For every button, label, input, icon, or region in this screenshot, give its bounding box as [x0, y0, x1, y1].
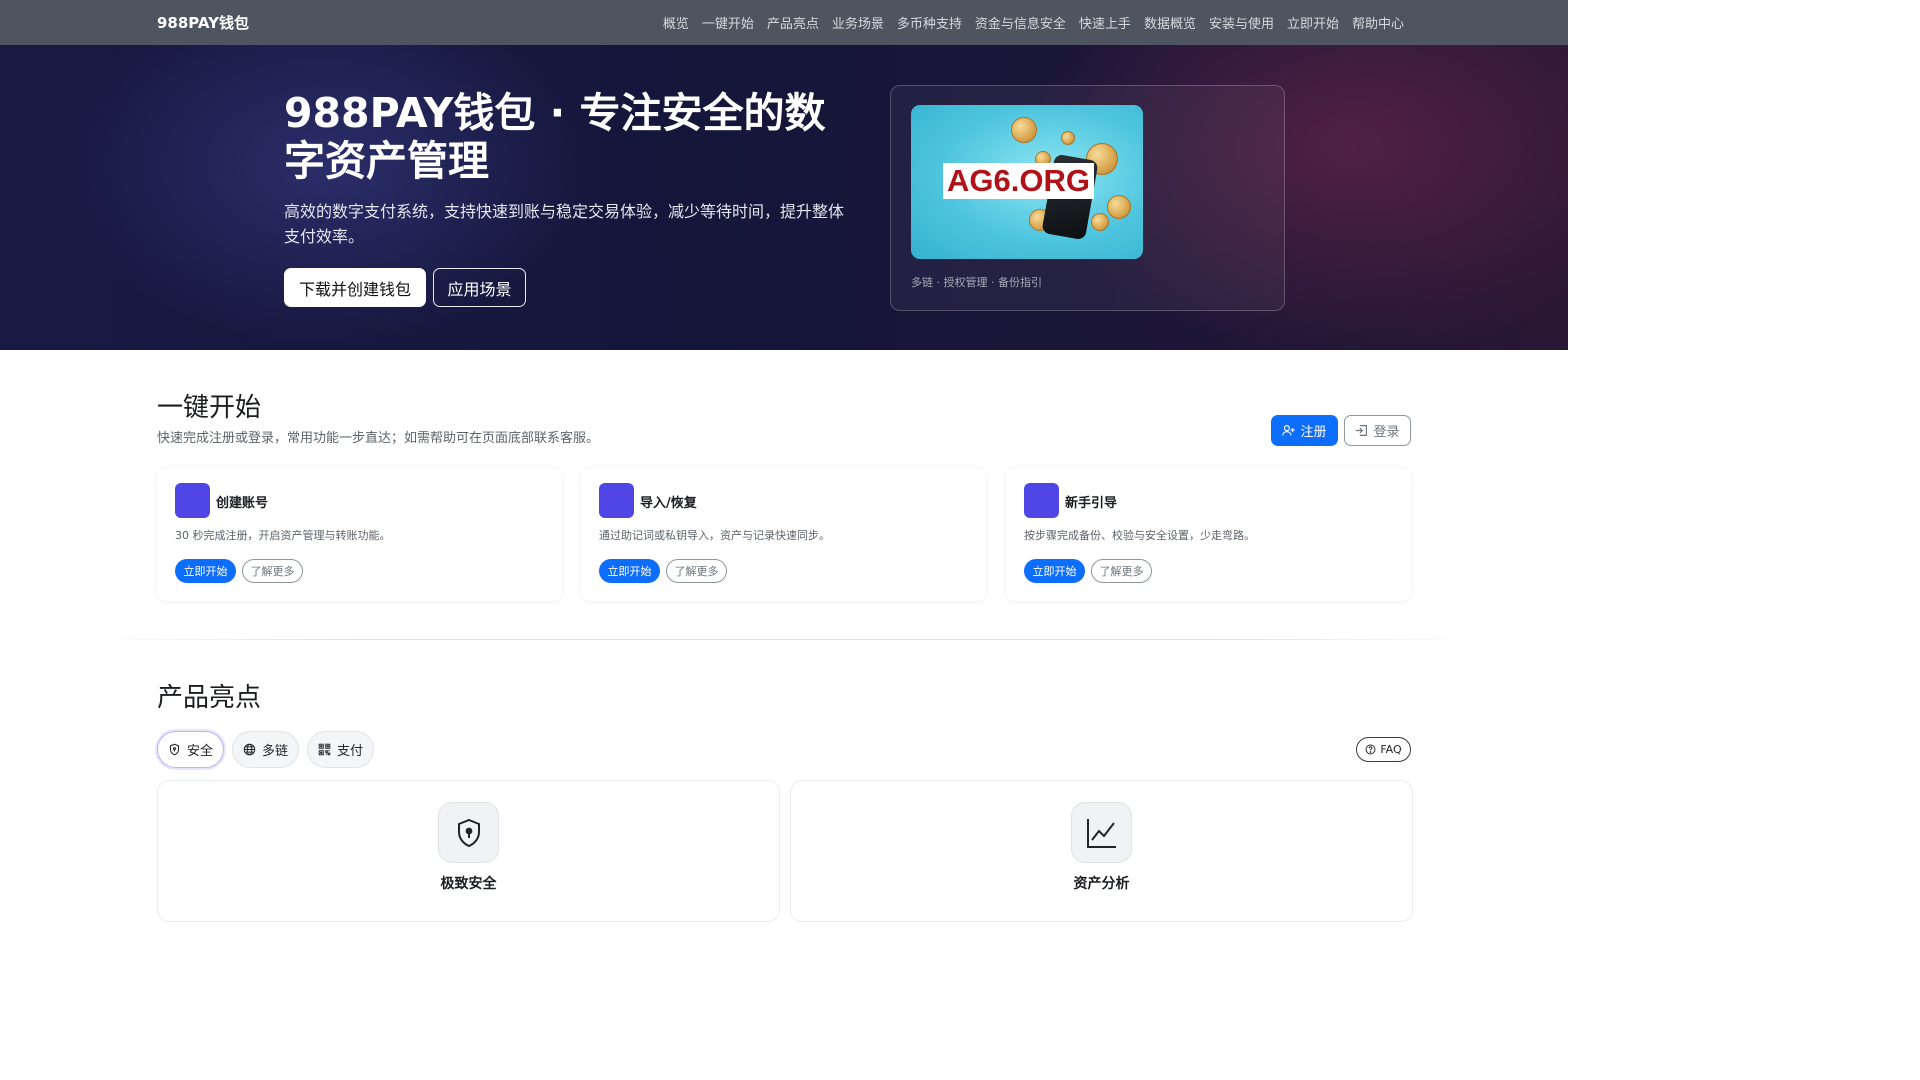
user-plus-icon [1282, 424, 1296, 437]
feature-card-security: 极致安全 [157, 780, 780, 922]
start-now-button[interactable]: 立即开始 [1024, 559, 1085, 583]
nav-link-data[interactable]: 数据概览 [1144, 13, 1196, 32]
coin-icon [1091, 213, 1109, 231]
image-watermark-text: AG6.ORG [943, 163, 1094, 199]
login-button[interactable]: 登录 [1344, 415, 1411, 446]
card-description: 按步骤完成备份、校验与安全设置，少走弯路。 [1024, 529, 1255, 542]
coin-icon [1011, 117, 1037, 143]
quickstart-subtitle: 快速完成注册或登录，常用功能一步直达；如需帮助可在页面底部联系客服。 [157, 431, 600, 446]
register-label: 注册 [1300, 425, 1327, 440]
brand-logo[interactable]: 988PAY钱包 [157, 12, 249, 33]
top-navbar: 988PAY钱包 概览 一键开始 产品亮点 业务场景 多币种支持 资金与信息安全… [0, 0, 1568, 46]
scenarios-button[interactable]: 应用场景 [433, 268, 526, 307]
tab-label: 多链 [261, 744, 288, 759]
nav-link-install[interactable]: 安装与使用 [1209, 13, 1274, 32]
nav-link-overview[interactable]: 概览 [663, 13, 689, 32]
nav-link-scenarios[interactable]: 业务场景 [832, 13, 884, 32]
card-description: 通过助记词或私钥导入，资产与记录快速同步。 [599, 529, 830, 542]
hero-subtitle: 高效的数字支付系统，支持快速到账与稳定交易体验，减少等待时间，提升整体支付效率。 [284, 202, 845, 246]
card-accent-square [599, 483, 634, 518]
tab-label: 支付 [336, 744, 363, 759]
start-now-button[interactable]: 立即开始 [175, 559, 236, 583]
learn-more-button[interactable]: 了解更多 [666, 559, 727, 583]
learn-more-button[interactable]: 了解更多 [242, 559, 303, 583]
card-title: 导入/恢复 [640, 496, 697, 511]
feature-title: 极致安全 [440, 876, 497, 892]
coin-icon [1107, 195, 1131, 219]
coin-icon [1061, 131, 1075, 145]
hero-section: 988PAY钱包 · 专注安全的数字资产管理 高效的数字支付系统，支持快速到账与… [0, 45, 1568, 350]
globe-icon [243, 743, 256, 756]
start-now-button[interactable]: 立即开始 [599, 559, 660, 583]
faq-label: FAQ [1380, 743, 1402, 756]
tab-multichain[interactable]: 多链 [232, 731, 299, 768]
hero-card-caption: 多链 · 授权管理 · 备份指引 [911, 276, 1042, 289]
tab-label: 安全 [186, 744, 213, 759]
nav-link-highlights[interactable]: 产品亮点 [767, 13, 819, 32]
feature-title: 资产分析 [1073, 876, 1130, 892]
nav-link-security[interactable]: 资金与信息安全 [975, 13, 1066, 32]
quickstart-card-guide: 新手引导 按步骤完成备份、校验与安全设置，少走弯路。 立即开始 了解更多 [1006, 468, 1411, 601]
faq-button[interactable]: FAQ [1356, 737, 1411, 762]
register-button[interactable]: 注册 [1271, 415, 1338, 446]
shield-icon [168, 743, 181, 756]
card-accent-square [175, 483, 210, 518]
nav-link-multicurrency[interactable]: 多币种支持 [897, 13, 962, 32]
login-icon [1355, 424, 1368, 437]
download-create-wallet-button[interactable]: 下载并创建钱包 [284, 268, 426, 307]
learn-more-button[interactable]: 了解更多 [1091, 559, 1152, 583]
shield-lock-icon [438, 802, 499, 863]
hero-wallet-image: AG6.ORG [911, 105, 1143, 259]
quickstart-card-create: 创建账号 30 秒完成注册，开启资产管理与转账功能。 立即开始 了解更多 [157, 468, 562, 601]
tab-payment[interactable]: 支付 [307, 731, 374, 768]
card-title: 创建账号 [216, 496, 269, 511]
feature-card-analysis: 资产分析 [790, 780, 1413, 922]
question-circle-icon [1365, 744, 1376, 755]
quickstart-title: 一键开始 [157, 393, 262, 423]
nav-link-quickstart[interactable]: 一键开始 [702, 13, 754, 32]
line-chart-icon [1071, 802, 1132, 863]
section-divider [80, 639, 1488, 640]
highlights-title: 产品亮点 [157, 683, 262, 713]
tab-security[interactable]: 安全 [157, 731, 224, 768]
hero-image-card: AG6.ORG 多链 · 授权管理 · 备份指引 [890, 85, 1285, 311]
nav-link-start-now[interactable]: 立即开始 [1287, 13, 1339, 32]
nav-link-help[interactable]: 帮助中心 [1352, 13, 1404, 32]
card-title: 新手引导 [1065, 496, 1118, 511]
hero-title: 988PAY钱包 · 专注安全的数字资产管理 [284, 89, 826, 185]
quickstart-card-import: 导入/恢复 通过助记词或私钥导入，资产与记录快速同步。 立即开始 了解更多 [581, 468, 986, 601]
qrcode-icon [318, 743, 331, 756]
card-accent-square [1024, 483, 1059, 518]
card-description: 30 秒完成注册，开启资产管理与转账功能。 [175, 529, 391, 542]
nav-link-getting-started[interactable]: 快速上手 [1079, 13, 1131, 32]
login-label: 登录 [1373, 425, 1400, 440]
nav-links: 概览 一键开始 产品亮点 业务场景 多币种支持 资金与信息安全 快速上手 数据概… [663, 13, 1404, 32]
